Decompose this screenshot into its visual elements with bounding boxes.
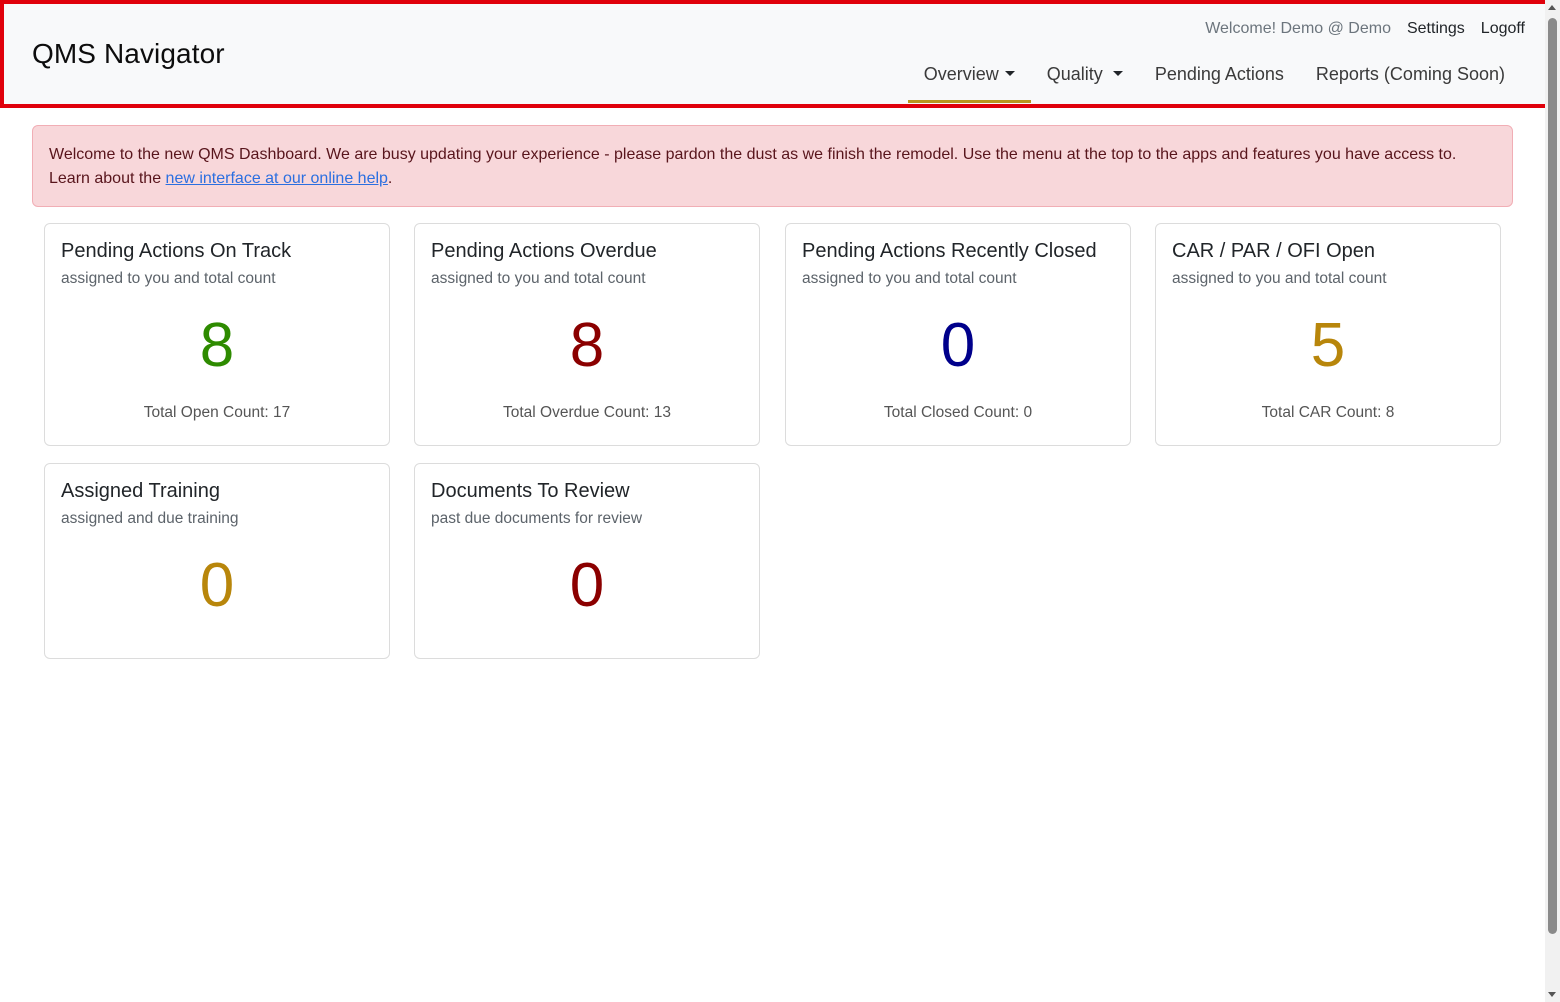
welcome-alert: Welcome to the new QMS Dashboard. We are… [32, 125, 1513, 207]
chevron-down-icon [1004, 71, 1015, 76]
nav-pending-actions-label: Pending Actions [1154, 64, 1284, 84]
main-nav: Overview Quality Pending Actions Reports… [907, 56, 1521, 103]
card-count: 0 [199, 551, 235, 620]
card-count: 8 [569, 311, 605, 380]
card-title: Pending Actions Recently Closed [802, 240, 1097, 262]
card-pending-overdue[interactable]: Pending Actions Overdue assigned to you … [414, 223, 760, 446]
nav-reports-label: Reports (Coming Soon) [1315, 64, 1505, 84]
alert-text-end: . [387, 170, 393, 187]
card-title: Assigned Training [61, 480, 220, 502]
card-footer: Total Overdue Count: 13 [502, 404, 672, 421]
nav-pending-actions[interactable]: Pending Actions [1139, 56, 1300, 100]
settings-link[interactable]: Settings [1407, 20, 1465, 38]
card-title: Pending Actions On Track [61, 240, 292, 262]
card-subtitle: assigned to you and total count [1172, 270, 1387, 287]
scroll-up-arrow-icon[interactable] [1548, 5, 1556, 10]
card-footer: Total CAR Count: 8 [1261, 404, 1395, 421]
card-assigned-training[interactable]: Assigned Training assigned and due train… [44, 463, 390, 659]
card-pending-on-track[interactable]: Pending Actions On Track assigned to you… [44, 223, 390, 446]
nav-overview[interactable]: Overview [907, 56, 1031, 103]
online-help-link[interactable]: new interface at our online help [166, 170, 388, 187]
card-footer: Total Closed Count: 0 [883, 404, 1033, 421]
card-subtitle: past due documents for review [431, 510, 643, 527]
card-footer: Total Open Count: 17 [143, 404, 291, 421]
top-navbar: QMS Navigator Welcome! Demo @ Demo Setti… [0, 0, 1553, 108]
card-documents-to-review[interactable]: Documents To Review past due documents f… [414, 463, 760, 659]
card-subtitle: assigned and due training [61, 510, 239, 527]
card-title: Pending Actions Overdue [431, 240, 657, 262]
vertical-scrollbar[interactable] [1545, 0, 1560, 1002]
card-pending-recently-closed[interactable]: Pending Actions Recently Closed assigned… [785, 223, 1131, 446]
card-count: 0 [569, 551, 605, 620]
logoff-link[interactable]: Logoff [1481, 20, 1525, 38]
card-subtitle: assigned to you and total count [802, 270, 1017, 287]
welcome-text: Welcome! Demo @ Demo [1205, 20, 1391, 37]
nav-quality-label: Quality [1046, 64, 1103, 84]
card-car-par-ofi-open[interactable]: CAR / PAR / OFI Open assigned to you and… [1155, 223, 1501, 446]
chevron-down-icon [1112, 71, 1123, 76]
card-title: Documents To Review [431, 480, 630, 502]
card-count: 0 [940, 311, 976, 380]
user-bar: Welcome! Demo @ Demo Settings Logoff [1205, 20, 1525, 38]
nav-overview-label: Overview [923, 64, 999, 84]
scroll-down-arrow-icon[interactable] [1548, 992, 1556, 997]
brand-title[interactable]: QMS Navigator [32, 38, 225, 70]
page: QMS Navigator Welcome! Demo @ Demo Setti… [0, 0, 1553, 1002]
card-subtitle: assigned to you and total count [431, 270, 646, 287]
nav-reports[interactable]: Reports (Coming Soon) [1300, 56, 1521, 100]
scrollbar-thumb[interactable] [1548, 18, 1557, 934]
card-title: CAR / PAR / OFI Open [1172, 240, 1376, 262]
card-subtitle: assigned to you and total count [61, 270, 276, 287]
nav-quality[interactable]: Quality [1031, 56, 1139, 100]
card-count: 5 [1310, 311, 1346, 380]
card-count: 8 [199, 311, 235, 380]
